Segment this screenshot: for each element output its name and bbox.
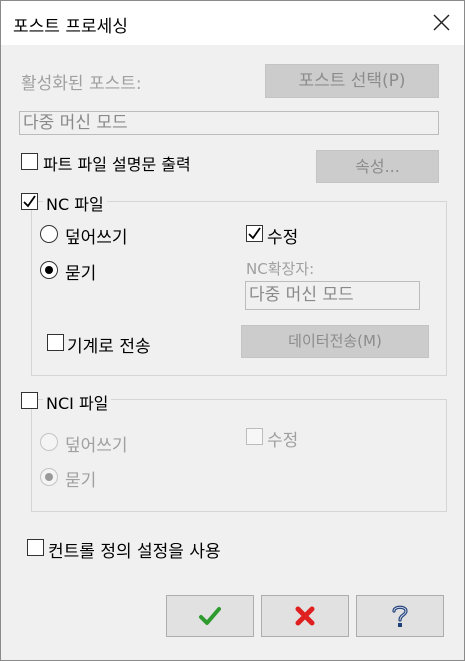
active-post-label: 활성화된 포스트: <box>21 74 142 94</box>
nci-edit-label: 수정 <box>267 431 299 451</box>
nc-overwrite-label: 덮어쓰기 <box>65 228 128 248</box>
send-to-machine-checkbox[interactable] <box>47 334 64 351</box>
properties-button[interactable]: 속성... <box>316 150 439 183</box>
green-check-icon <box>199 607 221 625</box>
title-bar: 포스트 프로세싱 <box>1 1 464 45</box>
part-desc-checkbox[interactable] <box>21 153 38 170</box>
ok-button[interactable] <box>166 595 254 637</box>
question-mark-icon <box>392 605 408 627</box>
nc-edit-label: 수정 <box>267 228 299 248</box>
cancel-button[interactable] <box>261 595 349 637</box>
check-icon <box>23 195 36 208</box>
nci-ask-radio[interactable] <box>40 468 58 486</box>
select-post-button[interactable]: 포스트 선택(P) <box>265 64 439 98</box>
nc-extension-label: NC확장자: <box>246 260 315 278</box>
control-def-label: 컨트롤 정의 설정을 사용 <box>48 542 221 562</box>
nc-ask-label: 묻기 <box>65 264 97 284</box>
nci-edit-checkbox[interactable] <box>246 428 263 445</box>
radio-dot <box>45 266 53 274</box>
control-def-checkbox[interactable] <box>27 539 44 556</box>
data-transfer-button[interactable]: 데이터전송(M) <box>241 325 429 358</box>
radio-dot <box>45 473 53 481</box>
nci-overwrite-radio[interactable] <box>40 433 58 451</box>
active-post-field: 다중 머신 모드 <box>19 111 439 135</box>
nc-file-label: NC 파일 <box>43 191 107 215</box>
nci-overwrite-label: 덮어쓰기 <box>65 436 128 456</box>
post-processing-dialog: 포스트 프로세싱 활성화된 포스트: 포스트 선택(P) 다중 머신 모드 파트… <box>0 0 465 661</box>
nc-ask-radio[interactable] <box>40 261 58 279</box>
part-desc-label: 파트 파일 설명문 출력 <box>43 155 191 174</box>
nc-overwrite-radio[interactable] <box>40 225 58 243</box>
send-to-machine-label: 기계로 전송 <box>67 337 151 357</box>
close-icon <box>433 14 450 31</box>
close-button[interactable] <box>425 7 457 39</box>
nc-edit-checkbox[interactable] <box>246 225 263 242</box>
help-button[interactable] <box>356 595 444 637</box>
dialog-title: 포스트 프로세싱 <box>13 17 128 37</box>
check-icon <box>248 227 261 240</box>
nci-file-checkbox[interactable] <box>21 392 38 409</box>
nci-ask-label: 묻기 <box>65 471 97 491</box>
nci-file-label: NCI 파일 <box>43 390 112 414</box>
red-x-icon <box>295 606 315 626</box>
nc-file-checkbox[interactable] <box>21 193 38 210</box>
nc-extension-field: 다중 머신 모드 <box>245 281 420 310</box>
